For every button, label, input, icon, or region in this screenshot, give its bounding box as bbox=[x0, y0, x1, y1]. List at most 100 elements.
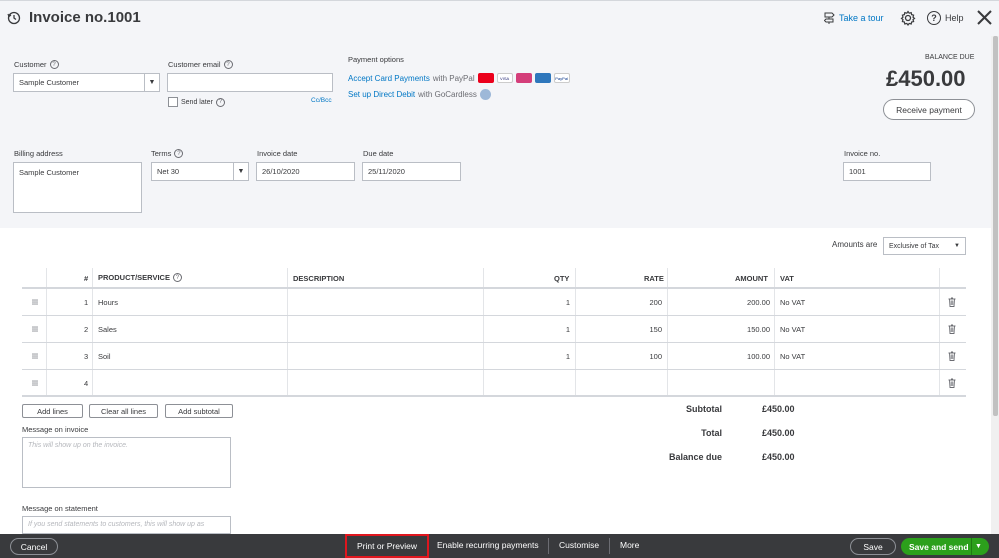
row-qty[interactable]: 1 bbox=[566, 325, 570, 334]
due-date-field[interactable]: 25/11/2020 bbox=[362, 162, 461, 181]
cancel-button[interactable]: Cancel bbox=[10, 538, 58, 555]
customise-link[interactable]: Customise bbox=[559, 540, 599, 550]
paypal-icon: PayPal bbox=[553, 73, 570, 83]
signpost-icon bbox=[824, 12, 835, 24]
history-icon[interactable] bbox=[7, 11, 21, 25]
trash-icon[interactable] bbox=[948, 378, 956, 388]
terms-select[interactable]: Net 30 ▼ bbox=[151, 162, 249, 181]
balance-due-total-value: £450.00 bbox=[762, 452, 795, 462]
header-vat: VAT bbox=[780, 274, 794, 283]
send-later[interactable]: Send later ? bbox=[168, 97, 225, 107]
message-invoice-field[interactable]: This will show up on the invoice. bbox=[22, 437, 231, 488]
table-row[interactable]: 4 bbox=[22, 370, 966, 397]
trash-icon[interactable] bbox=[948, 297, 956, 307]
invoice-no-label: Invoice no. bbox=[844, 149, 881, 158]
customer-select[interactable]: Sample Customer ▼ bbox=[13, 73, 160, 92]
terms-label: Terms ? bbox=[151, 149, 184, 158]
info-icon[interactable]: ? bbox=[174, 149, 184, 158]
paypal-text: with PayPal bbox=[432, 73, 475, 83]
help-icon: ? bbox=[927, 11, 941, 25]
receive-payment-button[interactable]: Receive payment bbox=[883, 99, 975, 120]
row-num: 3 bbox=[84, 352, 89, 361]
total-value: £450.00 bbox=[762, 428, 795, 438]
table-row[interactable]: 3 Soil 1 100 100.00 No VAT bbox=[22, 343, 966, 370]
more-link[interactable]: More bbox=[620, 540, 639, 550]
row-vat[interactable]: No VAT bbox=[780, 298, 805, 307]
terms-value: Net 30 bbox=[157, 167, 180, 176]
header-product-text: PRODUCT/SERVICE bbox=[98, 273, 170, 282]
info-icon[interactable]: ? bbox=[172, 273, 182, 282]
info-icon[interactable]: ? bbox=[215, 97, 225, 107]
email-field[interactable] bbox=[167, 73, 333, 92]
payment-option-dd: Set up Direct Debit with GoCardless bbox=[348, 89, 491, 100]
close-icon[interactable] bbox=[976, 9, 993, 26]
subtotal-label: Subtotal bbox=[686, 404, 722, 414]
row-amount[interactable]: 100.00 bbox=[747, 352, 770, 361]
trash-icon[interactable] bbox=[948, 351, 956, 361]
invoice-details-panel bbox=[0, 36, 993, 228]
send-later-checkbox[interactable] bbox=[168, 97, 178, 107]
row-qty[interactable]: 1 bbox=[566, 298, 570, 307]
row-product[interactable]: Hours bbox=[98, 298, 118, 307]
add-lines-button[interactable]: Add lines bbox=[22, 404, 83, 418]
row-rate[interactable]: 100 bbox=[649, 352, 662, 361]
email-label: Customer email ? bbox=[168, 60, 233, 69]
accept-card-link[interactable]: Accept Card Payments bbox=[348, 74, 430, 83]
chevron-down-icon[interactable]: ▼ bbox=[144, 74, 159, 91]
drag-handle-icon[interactable] bbox=[32, 326, 38, 332]
row-rate[interactable]: 150 bbox=[649, 325, 662, 334]
header-num: # bbox=[84, 274, 89, 283]
billing-address-label: Billing address bbox=[14, 149, 63, 158]
trash-icon[interactable] bbox=[948, 324, 956, 334]
header-rate: RATE bbox=[644, 274, 664, 283]
table-row[interactable]: 1 Hours 1 200 200.00 No VAT bbox=[22, 289, 966, 316]
row-num: 2 bbox=[84, 325, 89, 334]
add-subtotal-button[interactable]: Add subtotal bbox=[165, 404, 233, 418]
row-amount[interactable]: 150.00 bbox=[747, 325, 770, 334]
table-row[interactable]: 2 Sales 1 150 150.00 No VAT bbox=[22, 316, 966, 343]
save-button[interactable]: Save bbox=[850, 538, 896, 555]
message-statement-label: Message on statement bbox=[22, 504, 98, 513]
invoice-date-field[interactable]: 26/10/2020 bbox=[256, 162, 355, 181]
chevron-down-icon: ▼ bbox=[954, 243, 960, 249]
drag-handle-icon[interactable] bbox=[32, 380, 38, 386]
row-amount[interactable]: 200.00 bbox=[747, 298, 770, 307]
row-vat[interactable]: No VAT bbox=[780, 352, 805, 361]
payment-options-label: Payment options bbox=[348, 55, 404, 64]
enable-recurring-link[interactable]: Enable recurring payments bbox=[437, 540, 539, 550]
invoice-no-field[interactable]: 1001 bbox=[843, 162, 931, 181]
billing-address-field[interactable]: Sample Customer bbox=[13, 162, 142, 213]
balance-due-amount: £450.00 bbox=[886, 66, 966, 91]
drag-handle-icon[interactable] bbox=[32, 299, 38, 305]
help-button[interactable]: ? Help bbox=[927, 11, 964, 25]
message-invoice-label: Message on invoice bbox=[22, 425, 89, 434]
direct-debit-link[interactable]: Set up Direct Debit bbox=[348, 90, 415, 99]
header-product: PRODUCT/SERVICE ? bbox=[98, 273, 182, 282]
amounts-are-label: Amounts are bbox=[832, 240, 878, 249]
row-qty[interactable]: 1 bbox=[566, 352, 570, 361]
message-statement-field[interactable]: If you send statements to customers, thi… bbox=[22, 516, 231, 534]
print-preview-button[interactable]: Print or Preview bbox=[345, 534, 429, 558]
gear-icon[interactable] bbox=[900, 10, 916, 26]
cc-bcc-link[interactable]: Cc/Bcc bbox=[311, 97, 332, 104]
header-amount: AMOUNT bbox=[735, 274, 768, 283]
invoice-header: Invoice no.1001 Take a tour ? Help bbox=[0, 0, 999, 36]
save-and-send-button[interactable]: Save and send ▼ bbox=[901, 538, 989, 555]
mastercard-icon bbox=[477, 73, 494, 83]
drag-handle-icon[interactable] bbox=[32, 353, 38, 359]
customer-label: Customer ? bbox=[14, 60, 59, 69]
amounts-are-select[interactable]: Exclusive of Tax ▼ bbox=[883, 237, 966, 255]
chevron-down-icon[interactable]: ▼ bbox=[971, 538, 985, 555]
row-rate[interactable]: 200 bbox=[649, 298, 662, 307]
take-tour-link[interactable]: Take a tour bbox=[824, 12, 884, 24]
clear-all-lines-button[interactable]: Clear all lines bbox=[89, 404, 158, 418]
scrollbar-thumb[interactable] bbox=[993, 36, 998, 416]
row-num: 4 bbox=[84, 379, 89, 388]
row-product[interactable]: Sales bbox=[98, 325, 117, 334]
info-icon[interactable]: ? bbox=[49, 60, 59, 69]
row-vat[interactable]: No VAT bbox=[780, 325, 805, 334]
chevron-down-icon[interactable]: ▼ bbox=[233, 163, 248, 180]
info-icon[interactable]: ? bbox=[223, 60, 233, 69]
row-product[interactable]: Soil bbox=[98, 352, 111, 361]
page-title: Invoice no.1001 bbox=[29, 9, 141, 26]
